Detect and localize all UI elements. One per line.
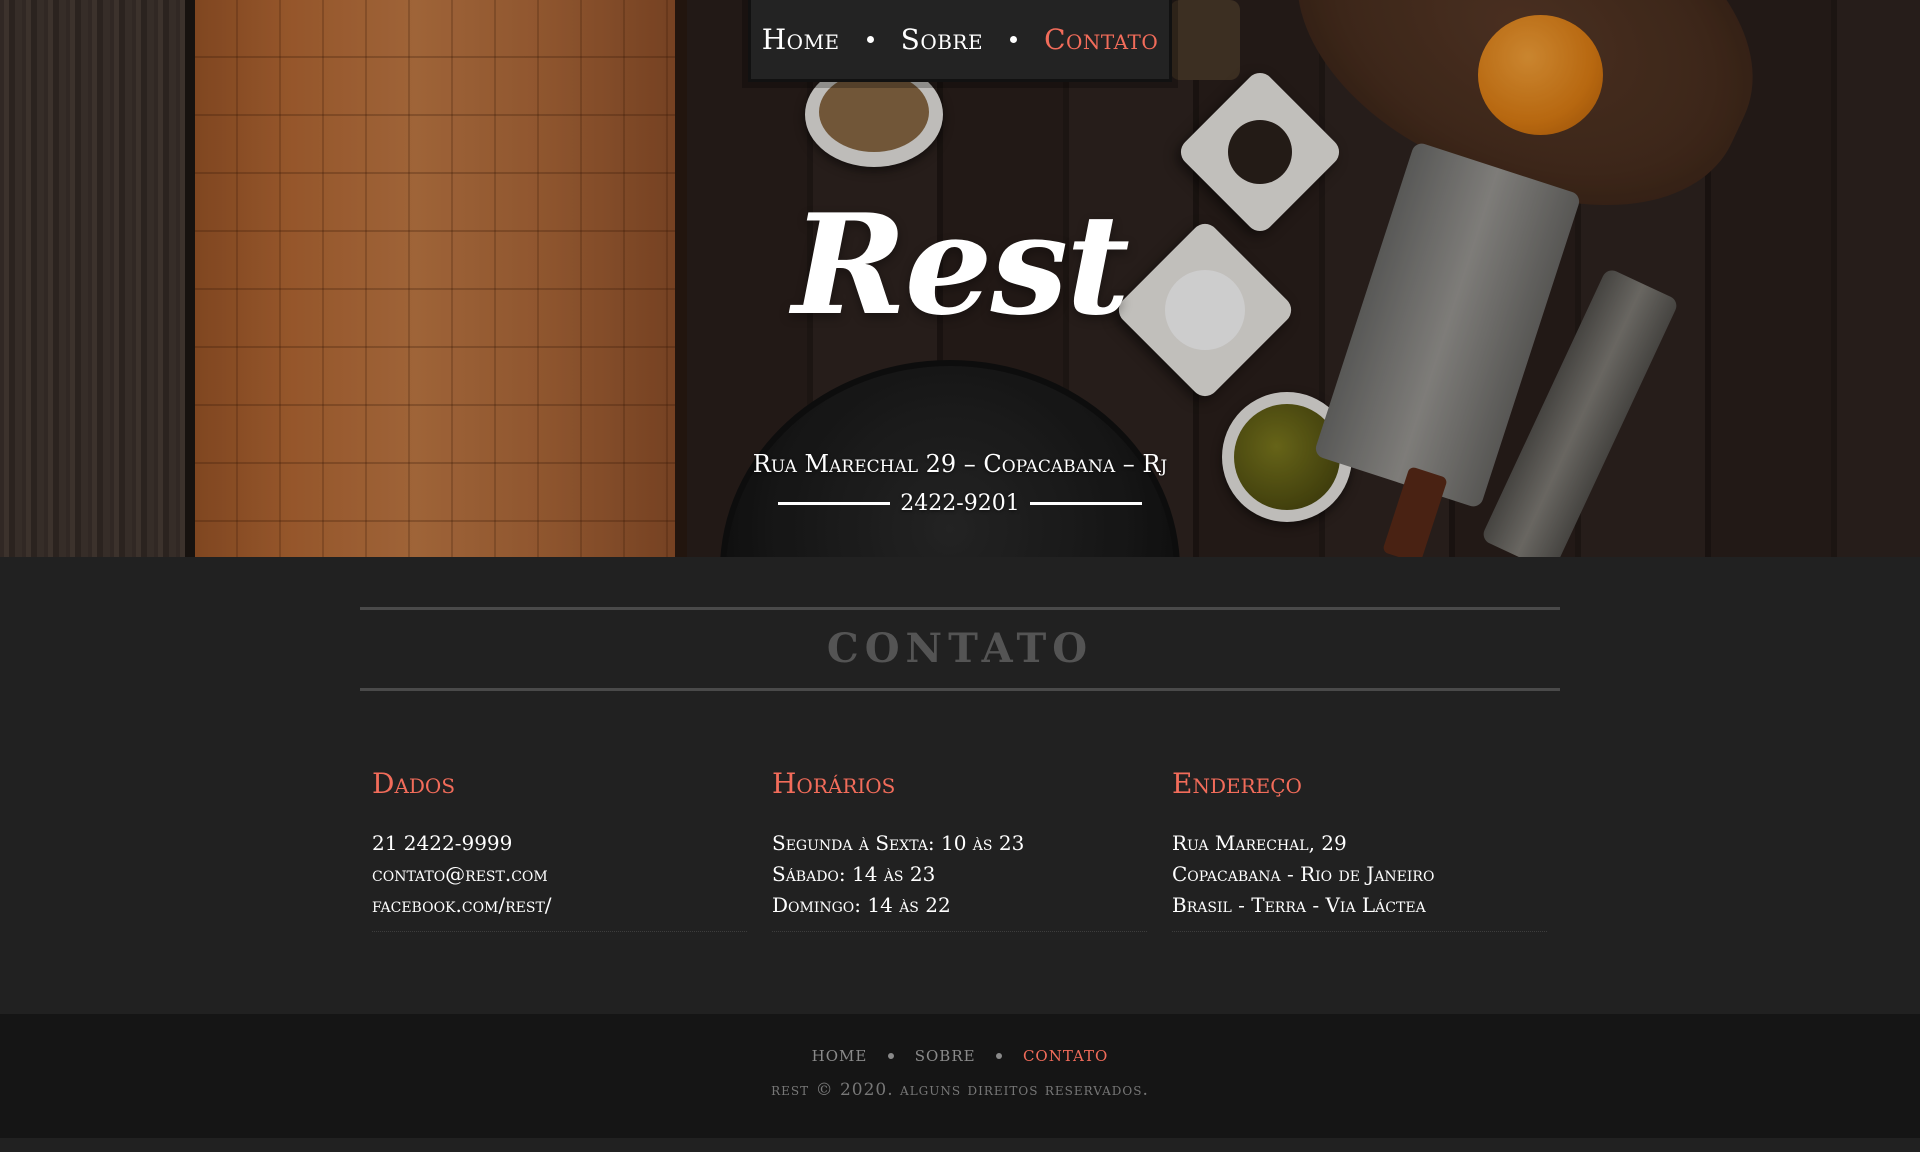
hours-weekdays: Segunda à Sexta: 10 às 23: [772, 831, 1025, 855]
column-divider: [372, 931, 747, 932]
column-heading: Dados: [372, 767, 456, 800]
nav-separator-dot: [1010, 36, 1018, 43]
address-country: Brasil - Terra - Via Láctea: [1172, 893, 1426, 917]
contact-column-endereco: Endereço Rua Marechal, 29 Copacabana - R…: [1172, 767, 1547, 932]
contact-section: CONTATO Dados 21 2422-9999 contato@rest.…: [0, 557, 1920, 1014]
address-street: Rua Marechal, 29: [1172, 831, 1347, 855]
footer-link-sobre[interactable]: sobre: [915, 1042, 976, 1066]
hero-address: Rua Marechal 29 – Copacabana – Rj: [752, 450, 1168, 478]
contact-column-horarios: Horários Segunda à Sexta: 10 às 23 Sábad…: [772, 767, 1147, 932]
bottom-strip: [0, 1138, 1920, 1152]
footer-nav: home sobre contato: [0, 1014, 1920, 1066]
footer-link-contato[interactable]: contato: [1023, 1042, 1108, 1066]
contact-facebook[interactable]: facebook.com/rest/: [372, 890, 747, 921]
nav-separator-dot: [866, 36, 874, 43]
nav-link-home[interactable]: Home: [762, 23, 840, 56]
footer-separator-dot: [996, 1052, 1003, 1059]
site-logo[interactable]: Rest: [790, 165, 1130, 365]
column-heading: Horários: [772, 767, 896, 800]
contact-column-dados: Dados 21 2422-9999 contato@rest.com face…: [372, 767, 747, 932]
hero-banner: Home Sobre Contato Rest Rua Marechal 29 …: [0, 0, 1920, 557]
footer-separator-dot: [888, 1052, 895, 1059]
hours-saturday: Sábado: 14 às 23: [772, 862, 936, 886]
hours-sunday: Domingo: 14 às 22: [772, 893, 951, 917]
phone-rule-right: [1029, 501, 1142, 505]
nav-link-sobre[interactable]: Sobre: [901, 23, 983, 56]
section-title-box: CONTATO: [360, 607, 1560, 691]
contact-phone: 21 2422-9999: [372, 831, 513, 855]
phone-rule-left: [778, 501, 890, 505]
footer-link-home[interactable]: home: [812, 1042, 868, 1066]
column-divider: [1172, 931, 1547, 932]
site-footer: home sobre contato rest © 2020. alguns d…: [0, 1014, 1920, 1138]
address-city: Copacabana - Rio de Janeiro: [1172, 862, 1435, 886]
hero-phone-row: 2422-9201: [778, 488, 1142, 518]
copyright-text: rest © 2020. alguns direitos reservados.: [771, 1080, 1149, 1100]
hero-phone: 2422-9201: [900, 490, 1020, 516]
top-nav: Home Sobre Contato: [748, 0, 1172, 82]
column-divider: [772, 931, 1147, 932]
contact-email[interactable]: contato@rest.com: [372, 859, 747, 890]
section-title: CONTATO: [826, 625, 1094, 672]
nav-link-contato[interactable]: Contato: [1044, 23, 1158, 56]
column-heading: Endereço: [1172, 767, 1302, 800]
